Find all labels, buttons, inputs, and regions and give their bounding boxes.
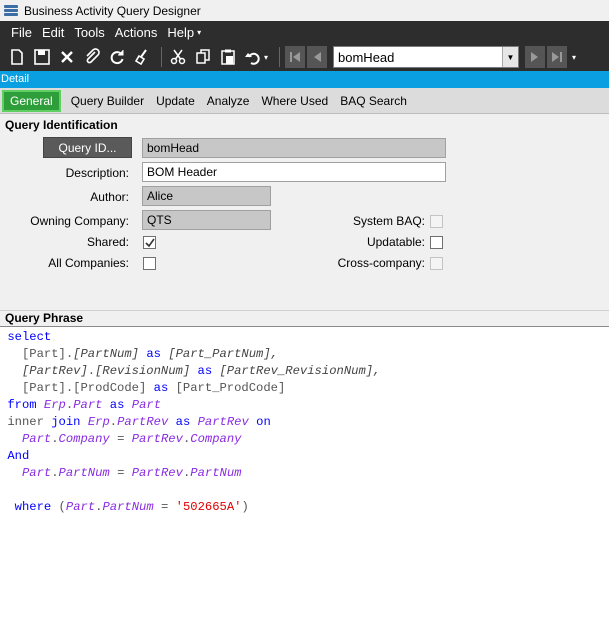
toolbar: ▾ bomHead ▼ ▾: [0, 43, 609, 71]
system-baq-checkbox[interactable]: [430, 215, 443, 228]
app-icon: [4, 4, 18, 17]
section-divider: [0, 310, 609, 311]
record-selector-value: bomHead: [338, 49, 395, 65]
cross-company-checkbox[interactable]: [430, 257, 443, 270]
attach-icon[interactable]: [81, 46, 103, 68]
copy-icon[interactable]: [192, 46, 214, 68]
menu-file[interactable]: File: [11, 25, 32, 40]
code-line: where (Part.PartNum = '502665A'): [14, 500, 249, 514]
owning-company-label: Owning Company:: [30, 214, 129, 228]
description-label: Description:: [65, 166, 129, 180]
cut-icon[interactable]: [167, 46, 189, 68]
paste-icon[interactable]: [217, 46, 239, 68]
toolbar-overflow-icon[interactable]: ▾: [572, 53, 576, 62]
toolbar-separator: [279, 47, 281, 67]
code-line: [Part].[ProdCode] as [Part_ProdCode]: [21, 381, 286, 395]
updatable-label: Updatable:: [366, 235, 425, 249]
menu-edit[interactable]: Edit: [42, 25, 64, 40]
shared-label: Shared:: [86, 235, 129, 249]
updatable-checkbox[interactable]: [430, 236, 443, 249]
code-line: And: [7, 449, 30, 463]
code-line: [PartRev].[RevisionNum] as [PartRev_Revi…: [21, 364, 381, 378]
code-line: [Part].[PartNum] as [Part_PartNum],: [21, 347, 279, 361]
next-record-icon[interactable]: [525, 46, 546, 68]
menu-bar: File Edit Tools Actions Help ▾: [0, 21, 609, 43]
author-field[interactable]: Alice: [142, 186, 271, 206]
undo-icon[interactable]: [242, 46, 264, 68]
code-line: select: [7, 330, 52, 344]
all-companies-label: All Companies:: [48, 256, 129, 270]
checkmark-icon: [144, 238, 155, 247]
code-line: Part.Company = PartRev.Company: [21, 432, 242, 446]
save-icon[interactable]: [31, 46, 53, 68]
query-phrase-editor[interactable]: select [Part].[PartNum] as [Part_PartNum…: [0, 326, 609, 617]
query-identification-title: Query Identification: [5, 118, 118, 132]
tab-baq-search[interactable]: BAQ Search: [334, 90, 413, 112]
chevron-down-icon[interactable]: ▼: [502, 47, 519, 67]
title-bar: Business Activity Query Designer: [0, 0, 609, 21]
undo-dropdown-icon[interactable]: ▾: [264, 53, 268, 62]
code-line: Part.PartNum = PartRev.PartNum: [21, 466, 242, 480]
tab-query-builder[interactable]: Query Builder: [65, 90, 150, 112]
previous-record-icon[interactable]: [307, 46, 328, 68]
owning-company-field[interactable]: QTS: [142, 210, 271, 230]
tab-analyze[interactable]: Analyze: [201, 90, 256, 112]
new-icon[interactable]: [6, 46, 28, 68]
shared-checkbox[interactable]: [143, 236, 156, 249]
menu-actions[interactable]: Actions: [115, 25, 158, 40]
code-line: inner join Erp.PartRev as PartRev on: [7, 415, 271, 429]
cross-company-label: Cross-company:: [337, 256, 425, 270]
code-line: from Erp.Part as Part: [7, 398, 162, 412]
description-field[interactable]: BOM Header: [142, 162, 446, 182]
window-title: Business Activity Query Designer: [24, 3, 201, 18]
tab-where-used[interactable]: Where Used: [255, 90, 334, 112]
query-id-field[interactable]: bomHead: [142, 138, 446, 158]
clear-icon[interactable]: [131, 46, 153, 68]
author-label: Author:: [90, 190, 129, 204]
tab-strip: General Query Builder Update Analyze Whe…: [0, 88, 609, 114]
query-id-button[interactable]: Query ID...: [43, 137, 132, 158]
detail-panel-header: Detail: [0, 71, 609, 88]
tab-update[interactable]: Update: [150, 90, 201, 112]
toolbar-separator: [161, 47, 162, 67]
menu-overflow-icon[interactable]: ▾: [197, 28, 201, 37]
query-phrase-title: Query Phrase: [5, 311, 84, 325]
record-selector[interactable]: bomHead ▼: [333, 46, 520, 68]
refresh-icon[interactable]: [106, 46, 128, 68]
menu-help[interactable]: Help: [167, 25, 194, 40]
first-record-icon[interactable]: [285, 46, 306, 68]
system-baq-label: System BAQ:: [352, 214, 425, 228]
delete-icon[interactable]: [56, 46, 78, 68]
all-companies-checkbox[interactable]: [143, 257, 156, 270]
tab-general[interactable]: General: [2, 90, 61, 112]
menu-tools[interactable]: Tools: [74, 25, 104, 40]
last-record-icon[interactable]: [547, 46, 568, 68]
